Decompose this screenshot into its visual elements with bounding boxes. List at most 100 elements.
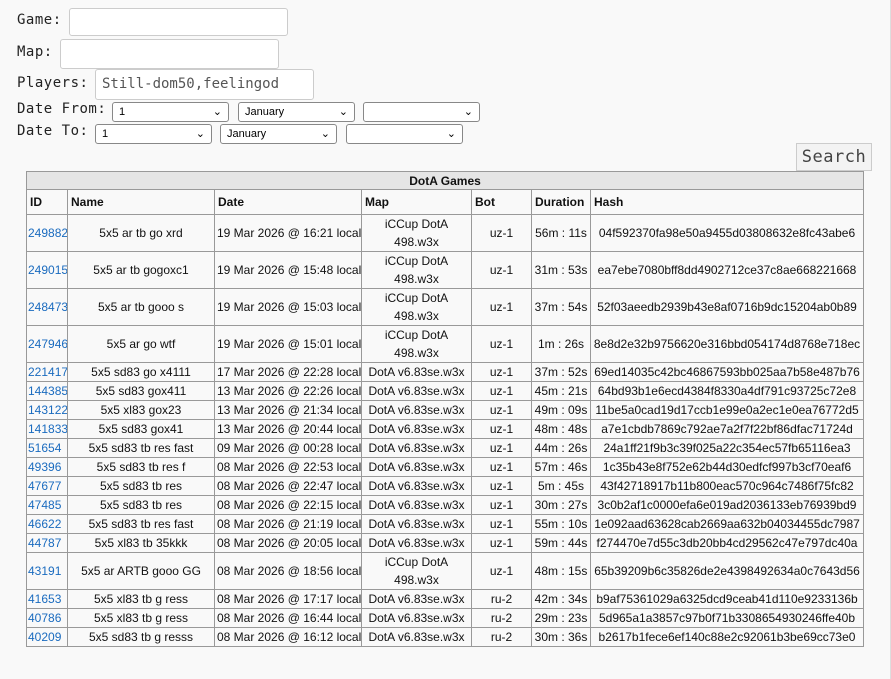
game-hash: 3c0b2af1c0000efa6e019ad2036133eb76939bd9: [589, 495, 865, 515]
game-hash: 04f592370fa98e50a9455d03808632e8fc43abe6: [589, 214, 865, 252]
game-date: 08 Mar 2026 @ 18:56 local: [214, 552, 362, 590]
game-date: 08 Mar 2026 @ 22:47 local: [214, 476, 362, 496]
date-to-day-select[interactable]: 1 ⌄: [95, 124, 212, 144]
game-id-link[interactable]: 141833: [26, 419, 68, 439]
game-date: 08 Mar 2026 @ 21:19 local: [214, 514, 362, 534]
game-map: DotA v6.83se.w3x: [361, 457, 472, 477]
game-hash: 24a1ff21f9b3c39f025a22c354ec57fb65116ea3: [589, 438, 865, 458]
game-id-link[interactable]: 249015: [26, 251, 68, 289]
date-from-year-select[interactable]: ⌄: [363, 102, 480, 122]
date-from-day-select[interactable]: 1 ⌄: [112, 102, 229, 122]
game-name: 5x5 sd83 tb res f: [67, 457, 215, 477]
game-map: iCCup DotA 498.w3x: [361, 288, 472, 326]
game-map: DotA v6.83se.w3x: [361, 400, 472, 420]
date-from-month-select[interactable]: January ⌄: [238, 102, 355, 122]
table-row: 143122 5x5 xl83 gox23 13 Mar 2026 @ 21:34 …: [26, 400, 865, 420]
game-bot: uz-1: [471, 476, 532, 496]
game-bot: uz-1: [471, 214, 532, 252]
players-input[interactable]: Still-dom50,feelingod: [95, 69, 314, 100]
table-row: 248473 5x5 ar tb gooo s 19 Mar 2026 @ 15:0…: [26, 288, 865, 326]
game-name: 5x5 ar go wtf: [67, 325, 215, 363]
table-row: 144385 5x5 sd83 gox411 13 Mar 2026 @ 22:26…: [26, 381, 865, 401]
game-date: 08 Mar 2026 @ 17:17 local: [214, 589, 362, 609]
header-bot: Bot: [471, 189, 532, 215]
game-id-link[interactable]: 143122: [26, 400, 68, 420]
chevron-down-icon: ⌄: [212, 106, 222, 118]
game-id-link[interactable]: 47677: [26, 476, 68, 496]
header-map: Map: [361, 189, 472, 215]
game-date: 08 Mar 2026 @ 22:15 local: [214, 495, 362, 515]
chevron-down-icon: ⌄: [463, 106, 473, 118]
game-name: 5x5 sd83 tb res: [67, 476, 215, 496]
date-from-month-value: January: [245, 106, 285, 118]
game-duration: 30m : 27s: [531, 495, 591, 515]
game-map: DotA v6.83se.w3x: [361, 438, 472, 458]
game-id-link[interactable]: 51654: [26, 438, 68, 458]
game-bot: uz-1: [471, 288, 532, 326]
game-hash: f274470e7d55c3db20bb4cd29562c47e797dc40a: [589, 533, 865, 553]
header-duration: Duration: [531, 189, 591, 215]
game-bot: uz-1: [471, 400, 532, 420]
game-id-link[interactable]: 49396: [26, 457, 68, 477]
game-date: 13 Mar 2026 @ 21:34 local: [214, 400, 362, 420]
game-id-link[interactable]: 249882: [26, 214, 68, 252]
game-bot: uz-1: [471, 438, 532, 458]
game-id-link[interactable]: 144385: [26, 381, 68, 401]
game-hash: 43f42718917b11b800eac570c964c7486f75fc82: [589, 476, 865, 496]
game-bot: uz-1: [471, 552, 532, 590]
game-name: 5x5 xl83 tb 35kkk: [67, 533, 215, 553]
map-input[interactable]: [60, 39, 279, 69]
game-name: 5x5 xl83 gox23: [67, 400, 215, 420]
game-hash: 8e8d2e32b9756620e316bbd054174d8768e718ec: [589, 325, 865, 363]
game-name: 5x5 sd83 gox41: [67, 419, 215, 439]
game-bot: uz-1: [471, 419, 532, 439]
game-name: 5x5 sd83 tb res fast: [67, 514, 215, 534]
game-map: DotA v6.83se.w3x: [361, 533, 472, 553]
table-body: 249882 5x5 ar tb go xrd 19 Mar 2026 @ 16:2…: [26, 214, 865, 647]
game-name: 5x5 ar tb go xrd: [67, 214, 215, 252]
date-to-year-select[interactable]: ⌄: [346, 124, 463, 144]
game-id-link[interactable]: 43191: [26, 552, 68, 590]
game-duration: 30m : 36s: [531, 627, 591, 647]
game-id-link[interactable]: 41653: [26, 589, 68, 609]
game-bot: ru-2: [471, 589, 532, 609]
game-bot: ru-2: [471, 608, 532, 628]
game-hash: 69ed14035c42bc46867593bb025aa7b58e487b76: [589, 362, 865, 382]
game-duration: 48m : 48s: [531, 419, 591, 439]
game-name: 5x5 sd83 gox411: [67, 381, 215, 401]
table-row: 249882 5x5 ar tb go xrd 19 Mar 2026 @ 16:2…: [26, 214, 865, 252]
table-row: 44787 5x5 xl83 tb 35kkk 08 Mar 2026 @ 20:0…: [26, 533, 865, 553]
table-row: 40786 5x5 xl83 tb g ress 08 Mar 2026 @ 16:…: [26, 608, 865, 628]
chevron-down-icon: ⌄: [338, 106, 348, 118]
table-row: 41653 5x5 xl83 tb g ress 08 Mar 2026 @ 17:…: [26, 589, 865, 609]
game-duration: 37m : 52s: [531, 362, 591, 382]
game-id-link[interactable]: 248473: [26, 288, 68, 326]
chevron-down-icon: ⌄: [195, 128, 205, 140]
game-duration: 45m : 21s: [531, 381, 591, 401]
games-table: DotA Games ID Name Date Map Bot Duration…: [25, 171, 865, 647]
game-id-link[interactable]: 247946: [26, 325, 68, 363]
table-row: 40209 5x5 sd83 tb g resss 08 Mar 2026 @ 16…: [26, 627, 865, 647]
date-to-month-select[interactable]: January ⌄: [220, 124, 337, 144]
date-from-label: Date From:: [17, 101, 107, 117]
game-name: 5x5 sd83 tb res fast: [67, 438, 215, 458]
game-hash: a7e1cbdb7869c792ae7a2f7f22bf86dfac71724d: [589, 419, 865, 439]
table-row: 247946 5x5 ar go wtf 19 Mar 2026 @ 15:01 l…: [26, 325, 865, 363]
search-button[interactable]: Search: [796, 143, 872, 171]
game-hash: 1e092aad63628cab2669aa632b04034455dc7987: [589, 514, 865, 534]
game-duration: 5m : 45s: [531, 476, 591, 496]
game-id-link[interactable]: 221417: [26, 362, 68, 382]
game-id-link[interactable]: 44787: [26, 533, 68, 553]
table-row: 49396 5x5 sd83 tb res f 08 Mar 2026 @ 22:5…: [26, 457, 865, 477]
game-name: 5x5 xl83 tb g ress: [67, 608, 215, 628]
game-id-link[interactable]: 46622: [26, 514, 68, 534]
game-id-link[interactable]: 40786: [26, 608, 68, 628]
game-input[interactable]: [69, 8, 288, 36]
game-map: DotA v6.83se.w3x: [361, 381, 472, 401]
game-map: iCCup DotA 498.w3x: [361, 325, 472, 363]
game-id-link[interactable]: 47485: [26, 495, 68, 515]
header-id: ID: [26, 189, 68, 215]
game-duration: 56m : 11s: [531, 214, 591, 252]
game-id-link[interactable]: 40209: [26, 627, 68, 647]
game-bot: uz-1: [471, 495, 532, 515]
